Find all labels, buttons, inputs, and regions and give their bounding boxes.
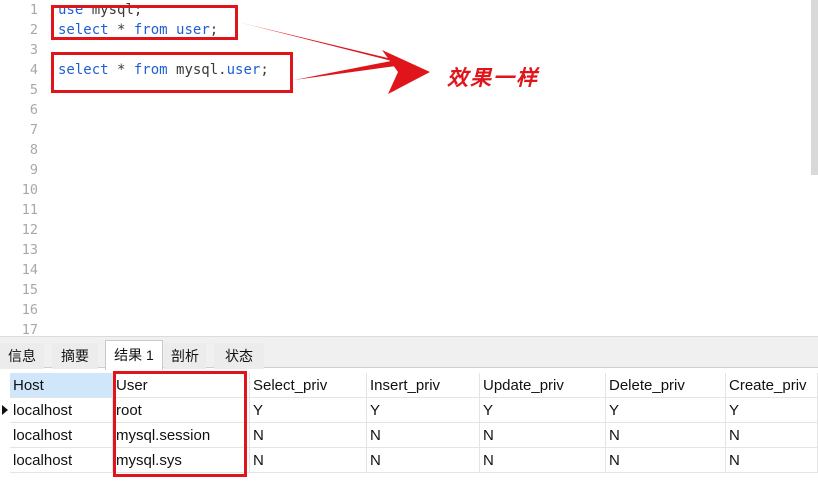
table-cell[interactable]: localhost: [10, 448, 113, 473]
tab-profile[interactable]: 剖析: [164, 343, 206, 369]
row-marker: [0, 398, 10, 423]
tab-info[interactable]: 信息: [0, 343, 44, 369]
annotation-text: 效果一样: [447, 65, 539, 90]
table-cell[interactable]: N: [250, 448, 367, 473]
arrow-head: [382, 50, 430, 94]
arrow-annotation: [238, 22, 430, 94]
table-cell[interactable]: N: [250, 423, 367, 448]
table-cell[interactable]: N: [480, 448, 606, 473]
table-cell[interactable]: Y: [250, 398, 367, 423]
highlight-box-user-column: [113, 371, 247, 477]
table-cell[interactable]: localhost: [10, 398, 113, 423]
table-cell[interactable]: Y: [606, 398, 726, 423]
column-header-host[interactable]: Host: [10, 373, 113, 398]
table-cell[interactable]: N: [367, 423, 480, 448]
current-row-arrow-icon: [2, 405, 8, 415]
column-header-insert-priv[interactable]: Insert_priv: [367, 373, 480, 398]
table-cell[interactable]: Y: [480, 398, 606, 423]
row-marker: [0, 423, 10, 448]
tab-result-1[interactable]: 结果 1: [105, 340, 163, 370]
table-cell[interactable]: N: [367, 448, 480, 473]
column-header-update-priv[interactable]: Update_priv: [480, 373, 606, 398]
row-marker: [0, 448, 10, 473]
tab-status[interactable]: 状态: [214, 343, 264, 369]
column-header-create-priv[interactable]: Create_priv: [726, 373, 818, 398]
table-cell[interactable]: N: [480, 423, 606, 448]
tab-summary[interactable]: 摘要: [52, 343, 98, 369]
table-cell[interactable]: Y: [367, 398, 480, 423]
sql-editor[interactable]: 1 2 3 4 5 6 7 8 9 10 11 12 13 14 15 16 1…: [0, 0, 818, 336]
column-header-select-priv[interactable]: Select_priv: [250, 373, 367, 398]
table-cell[interactable]: localhost: [10, 423, 113, 448]
table-cell[interactable]: N: [606, 448, 726, 473]
table-cell[interactable]: N: [726, 448, 818, 473]
result-grid[interactable]: Host User Select_priv Insert_priv Update…: [0, 371, 818, 502]
table-cell[interactable]: N: [726, 423, 818, 448]
table-cell[interactable]: N: [606, 423, 726, 448]
column-header-delete-priv[interactable]: Delete_priv: [606, 373, 726, 398]
result-tabs: 信息 摘要 结果 1 剖析 状态: [0, 336, 818, 370]
row-marker: [0, 373, 10, 398]
table-cell[interactable]: Y: [726, 398, 818, 423]
